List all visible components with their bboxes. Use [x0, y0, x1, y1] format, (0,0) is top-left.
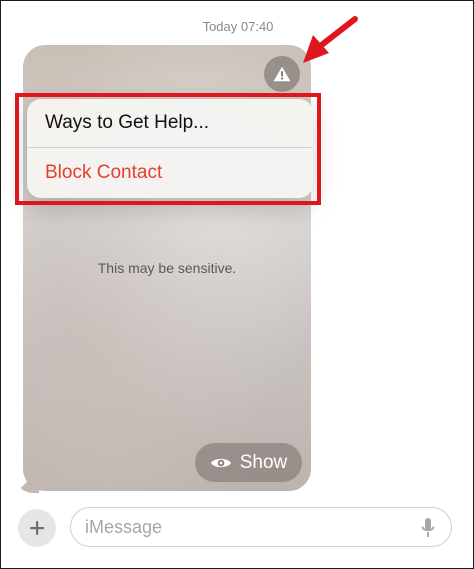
annotation-highlight-box	[15, 93, 321, 205]
composer-bar	[1, 499, 473, 568]
show-button-label: Show	[239, 451, 288, 473]
imessage-input[interactable]	[70, 507, 452, 547]
show-button[interactable]: Show	[195, 443, 302, 482]
annotation-arrow-icon	[303, 16, 358, 63]
add-attachment-button[interactable]	[18, 509, 56, 547]
plus-icon	[30, 521, 44, 535]
dictation-button[interactable]	[418, 516, 438, 540]
screenshot-frame: Today 07:40 This may be sensitive. Show …	[0, 0, 474, 569]
microphone-icon	[421, 518, 435, 537]
sensitive-notice: This may be sensitive.	[97, 260, 237, 276]
exclamation-triangle-icon	[273, 66, 291, 82]
sensitive-warning-button[interactable]	[264, 56, 300, 92]
eye-icon	[210, 458, 231, 467]
message-timestamp: Today 07:40	[202, 19, 274, 34]
